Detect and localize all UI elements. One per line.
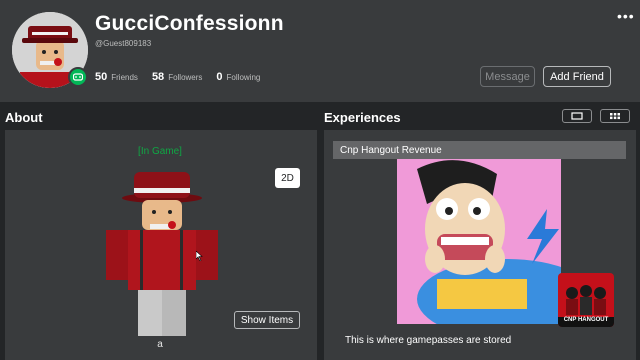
following-count[interactable]: 0: [216, 71, 222, 83]
game-title[interactable]: Cnp Hangout Revenue: [333, 141, 626, 159]
grid-view-icon[interactable]: [600, 109, 630, 123]
avatar-3d-figure[interactable]: [100, 168, 224, 338]
2d-toggle-button[interactable]: 2D: [275, 168, 300, 188]
add-friend-button[interactable]: Add Friend: [543, 66, 611, 87]
cnp-hangout-badge: CNP HANGOUT: [558, 273, 614, 327]
experiences-heading: Experiences: [324, 110, 401, 125]
username: @Guest809183: [95, 39, 152, 48]
badge-text: CNP HANGOUT: [563, 317, 609, 323]
profile-stats: 50 Friends 58 Followers 0 Following: [95, 71, 274, 83]
game-description: This is where gamepasses are stored: [345, 335, 512, 346]
online-status-icon: [68, 67, 88, 87]
about-heading: About: [5, 110, 43, 125]
more-dots-icon[interactable]: •••: [617, 8, 635, 24]
list-view-icon[interactable]: [562, 109, 592, 123]
game-thumbnail-image: [397, 159, 561, 324]
avatar-caption: a: [157, 339, 163, 350]
followers-count[interactable]: 58: [152, 71, 164, 83]
game-thumbnail[interactable]: [397, 159, 561, 324]
show-items-button[interactable]: Show Items: [234, 311, 300, 329]
friends-label[interactable]: Friends: [111, 73, 138, 82]
following-label[interactable]: Following: [227, 73, 261, 82]
mouse-cursor-icon: [196, 251, 203, 261]
followers-label[interactable]: Followers: [168, 73, 202, 82]
message-button[interactable]: Message: [480, 66, 535, 87]
in-game-status: [In Game]: [138, 146, 182, 157]
friends-count[interactable]: 50: [95, 71, 107, 83]
display-name: GucciConfessionn: [95, 12, 284, 35]
